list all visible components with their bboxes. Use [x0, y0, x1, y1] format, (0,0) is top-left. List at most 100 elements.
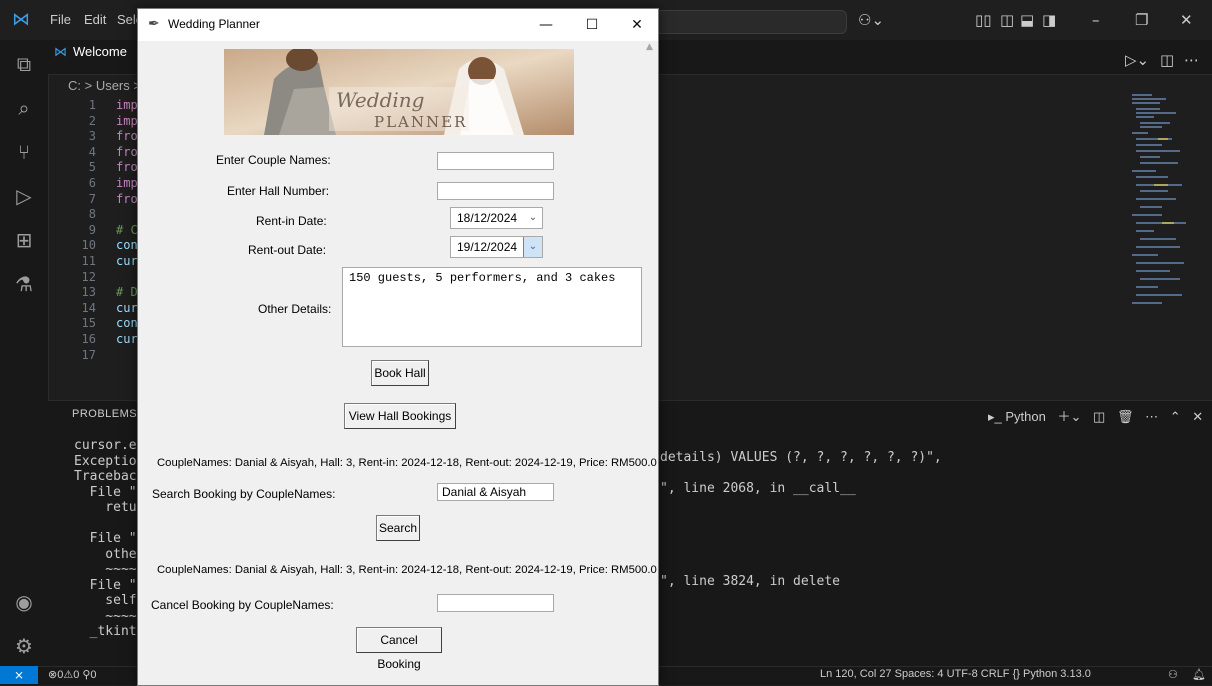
other-details-label: Other Details: — [258, 302, 332, 316]
couple-names-input[interactable] — [437, 152, 554, 170]
panel-more-icon[interactable]: ⋯ — [1145, 409, 1158, 424]
panel-toolbar: ▸_ Python ＋⌄ ◫ 🗑 ⋯ ⌃ ✕ — [988, 406, 1203, 425]
copilot-status-icon[interactable]: ⚇ — [1168, 668, 1178, 681]
toggle-sidebar-icon[interactable]: ◫ — [1000, 10, 1014, 30]
panel-tab-problems[interactable]: PROBLEMS — [72, 408, 137, 420]
line-number: 1 — [88, 98, 96, 112]
manage-gear-icon[interactable]: ⚙ — [12, 634, 36, 658]
terminal-line-fragment: ", line 2068, in __call__ — [660, 481, 856, 496]
explorer-icon[interactable]: ⧉ — [12, 52, 36, 76]
new-terminal-icon[interactable]: ＋⌄ — [1058, 409, 1082, 424]
rent-in-date-picker[interactable]: 18/12/2024 ⌄ — [450, 207, 543, 229]
cancel-booking-button[interactable]: Cancel Booking — [356, 627, 442, 671]
line-number: 2 — [88, 113, 96, 128]
search-result-text: CoupleNames: Danial & Aisyah, Hall: 3, R… — [157, 564, 657, 576]
code-line: fro — [116, 129, 138, 144]
cancel-couple-input[interactable] — [437, 594, 554, 612]
activity-bar — [0, 40, 49, 666]
line-number: 11 — [81, 254, 96, 268]
wedding-banner-image: Wedding PLANNER — [224, 49, 574, 135]
line-number: 12 — [81, 269, 96, 284]
tk-feather-icon: ✒ — [148, 16, 160, 32]
vscode-logo-icon: ⋈ — [12, 9, 30, 30]
layout-customize-icon[interactable]: ▯▯ — [975, 10, 992, 30]
rent-in-label: Rent-in Date: — [256, 214, 327, 228]
rent-out-label: Rent-out Date: — [248, 243, 327, 257]
hall-number-input[interactable] — [437, 182, 554, 200]
breadcrumb[interactable]: C: > Users > — [68, 78, 141, 93]
banner-planner-text: PLANNER — [374, 113, 467, 131]
line-number: 4 — [88, 144, 96, 159]
run-icon[interactable]: ▷⌄ — [1125, 50, 1149, 70]
line-number: 14 — [81, 300, 96, 315]
line-number: 3 — [88, 129, 96, 144]
window-title: Wedding Planner — [168, 17, 260, 31]
terminal-icon[interactable]: ▸_ — [988, 409, 1002, 424]
window-minimize-button[interactable]: — — [531, 15, 561, 35]
window-scrollbar[interactable] — [644, 41, 658, 685]
search-button[interactable]: Search — [376, 515, 420, 541]
wedding-planner-window: ✒ Wedding Planner — ☐ ✕ ▲ Wedding PLANNE… — [137, 8, 659, 686]
status-editor-info[interactable]: Ln 120, Col 27 Spaces: 4 UTF-8 CRLF {} P… — [820, 668, 1091, 680]
chevron-down-icon[interactable]: ⌄ — [523, 237, 542, 257]
scroll-up-arrow-icon[interactable]: ▲ — [646, 42, 653, 52]
minimap[interactable] — [1128, 92, 1188, 307]
command-center[interactable] — [655, 10, 847, 34]
terminal-line: Exception — [74, 453, 145, 469]
notifications-bell-icon[interactable]: 🔔︎ — [1192, 668, 1206, 681]
terminal-line-fragment: details) VALUES (?, ?, ?, ?, ?, ?)", — [660, 450, 942, 465]
chevron-down-icon[interactable]: ⌄ — [524, 208, 542, 228]
rent-in-value: 18/12/2024 — [457, 211, 518, 225]
accounts-icon[interactable]: ◉ — [12, 590, 36, 614]
couple-names-label: Enter Couple Names: — [216, 153, 331, 167]
close-panel-icon[interactable]: ✕ — [1192, 409, 1203, 424]
minimize-icon[interactable]: – — [1092, 10, 1100, 30]
view-hall-bookings-button[interactable]: View Hall Bookings — [344, 403, 456, 429]
menu-edit[interactable]: Edit — [84, 12, 106, 27]
run-debug-icon[interactable]: ▷ — [12, 184, 36, 208]
cancel-by-label: Cancel Booking by CoupleNames: — [151, 598, 334, 612]
maximize-panel-icon[interactable]: ⌃ — [1170, 409, 1181, 424]
toggle-secondary-sidebar-icon[interactable]: ◨ — [1042, 10, 1056, 30]
split-editor-icon[interactable]: ◫ — [1160, 50, 1174, 70]
terminal-label[interactable]: Python — [1005, 409, 1045, 424]
testing-icon[interactable]: ⚗ — [12, 272, 36, 296]
more-actions-icon[interactable]: ⋯ — [1184, 50, 1199, 70]
code-line: cur — [116, 254, 138, 268]
tab-welcome[interactable]: ⋈ Welcome — [54, 44, 127, 60]
line-number: 10 — [81, 238, 96, 253]
rent-out-value: 19/12/2024 — [457, 240, 518, 254]
toggle-panel-icon[interactable]: ⬓ — [1020, 10, 1034, 30]
line-number: 8 — [88, 207, 96, 222]
copilot-icon[interactable]: ⚇⌄ — [858, 10, 884, 30]
code-line: fro — [116, 144, 138, 159]
other-details-textarea[interactable]: 150 guests, 5 performers, and 3 cakes — [342, 267, 642, 347]
line-number: 9 — [88, 222, 96, 237]
code-line: imp — [116, 98, 138, 112]
window-maximize-button[interactable]: ☐ — [577, 15, 607, 35]
minimap-graphic — [1132, 94, 1186, 304]
bookings-result-text: CoupleNames: Danial & Aisyah, Hall: 3, R… — [157, 457, 657, 469]
extensions-icon[interactable]: ⊞ — [12, 228, 36, 252]
close-icon[interactable]: ✕ — [1180, 10, 1193, 30]
search-icon[interactable]: ⌕ — [12, 96, 36, 120]
code-line: fro — [116, 160, 138, 175]
code-line: cur — [116, 332, 138, 346]
terminal-line: Traceback — [74, 469, 145, 484]
restore-icon[interactable]: ❐ — [1135, 10, 1148, 30]
window-close-button[interactable]: ✕ — [622, 15, 652, 35]
book-hall-button[interactable]: Book Hall — [371, 360, 429, 386]
line-number: 7 — [88, 191, 96, 206]
menu-file[interactable]: File — [50, 12, 71, 27]
split-terminal-icon[interactable]: ◫ — [1093, 409, 1105, 424]
trash-icon[interactable]: 🗑 — [1117, 409, 1134, 424]
rent-out-date-picker[interactable]: 19/12/2024 ⌄ — [450, 236, 543, 258]
line-number: 6 — [88, 176, 96, 190]
banner-graphic: Wedding PLANNER — [224, 49, 574, 135]
line-number: 5 — [88, 160, 96, 175]
search-couple-input[interactable]: Danial & Aisyah — [437, 483, 554, 501]
status-problems[interactable]: ⊗0⚠0 ⚲0 — [48, 668, 97, 681]
source-control-icon[interactable]: ⑂ — [12, 140, 36, 164]
remote-indicator-icon[interactable]: ⨯ — [0, 666, 38, 684]
code-line: # D — [116, 285, 138, 300]
